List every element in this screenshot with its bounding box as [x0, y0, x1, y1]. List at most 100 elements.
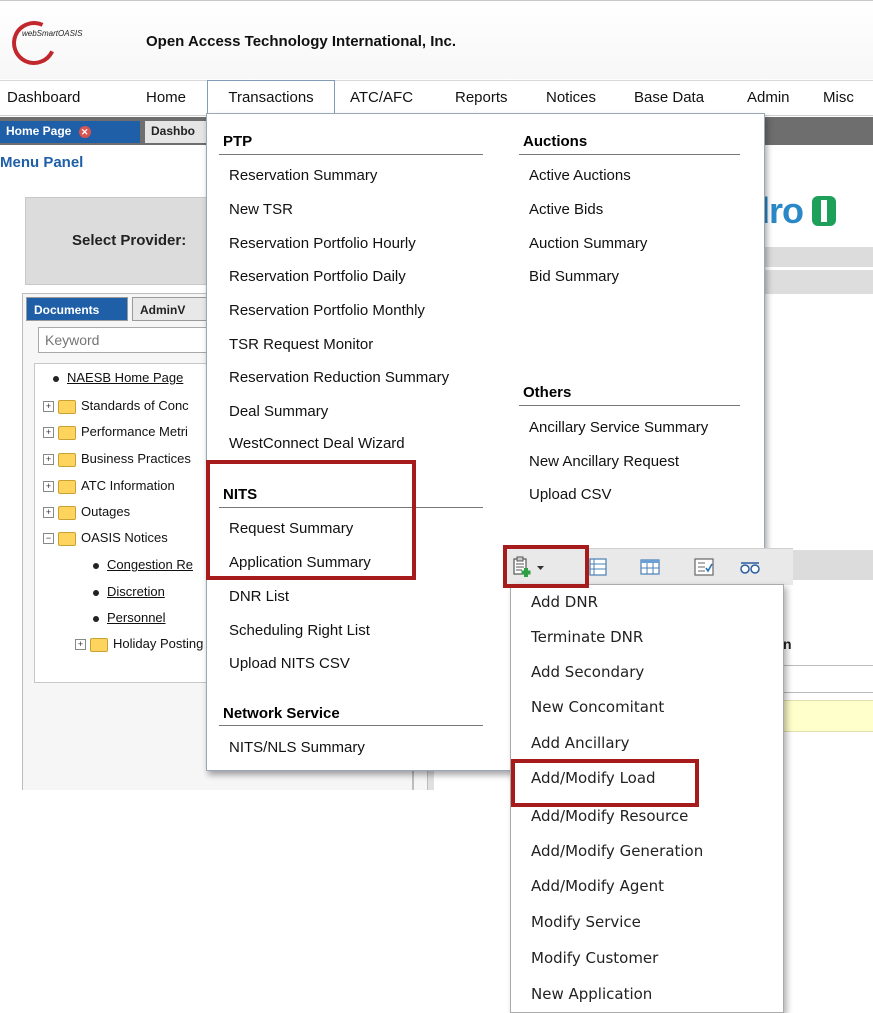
- menu-panel-title: Menu Panel: [0, 154, 84, 171]
- menu-item-add-modify-resource[interactable]: Add/Modify Resource: [531, 807, 688, 825]
- menu-base-data[interactable]: Base Data: [634, 89, 704, 106]
- menu-transactions[interactable]: Transactions: [207, 80, 335, 116]
- bullet-icon: [93, 615, 99, 622]
- bullet-icon: [93, 589, 99, 596]
- folder-icon: [58, 452, 76, 467]
- menu-item-modify-customer[interactable]: Modify Customer: [531, 949, 658, 967]
- checklist-icon[interactable]: [693, 558, 715, 576]
- divider: [219, 154, 483, 155]
- tree-folder-outages[interactable]: + Outages: [43, 504, 130, 526]
- tree-folder-business[interactable]: + Business Practices: [43, 451, 191, 473]
- menu-item-new-tsr[interactable]: New TSR: [229, 201, 293, 218]
- menu-home[interactable]: Home: [146, 89, 186, 106]
- menu-item-portfolio-monthly[interactable]: Reservation Portfolio Monthly: [229, 302, 425, 319]
- grid-view-icon[interactable]: [639, 558, 661, 576]
- menu-item-portfolio-hourly[interactable]: Reservation Portfolio Hourly: [229, 235, 416, 252]
- collapse-icon[interactable]: −: [43, 533, 54, 545]
- menu-item-tsr-request-monitor[interactable]: TSR Request Monitor: [229, 336, 373, 353]
- menu-item-new-application[interactable]: New Application: [531, 985, 652, 1003]
- divider: [519, 154, 740, 155]
- grid-column-header: n: [783, 636, 792, 652]
- menu-item-add-ancillary[interactable]: Add Ancillary: [531, 734, 630, 752]
- menu-item-terminate-dnr[interactable]: Terminate DNR: [531, 628, 643, 646]
- menu-item-add-secondary[interactable]: Add Secondary: [531, 663, 644, 681]
- tree-item-congestion[interactable]: Congestion Re: [89, 557, 193, 579]
- tab-documents[interactable]: Documents: [26, 297, 128, 321]
- menu-item-westconnect-deal-wizard[interactable]: WestConnect Deal Wizard: [229, 435, 405, 452]
- menu-admin[interactable]: Admin: [747, 89, 790, 106]
- menu-item-add-modify-agent[interactable]: Add/Modify Agent: [531, 877, 664, 895]
- folder-icon: [58, 425, 76, 440]
- tab-home-label: Home Page: [6, 124, 72, 138]
- menu-misc[interactable]: Misc: [823, 89, 854, 106]
- menu-item-deal-summary[interactable]: Deal Summary: [229, 403, 328, 420]
- highlight-nits-box: [206, 460, 416, 580]
- title-bar: webSmartOASIS Open Access Technology Int…: [0, 0, 873, 79]
- divider: [519, 405, 740, 406]
- select-provider-label: Select Provider:: [72, 232, 187, 249]
- menu-item-nits-nls-summary[interactable]: NITS/NLS Summary: [229, 739, 365, 756]
- menu-dashboard[interactable]: Dashboard: [7, 89, 80, 106]
- menu-item-upload-csv[interactable]: Upload CSV: [529, 486, 612, 503]
- section-ptp-heading: PTP: [223, 133, 253, 150]
- tree-folder-atc[interactable]: + ATC Information: [43, 478, 175, 500]
- close-icon[interactable]: ✕: [78, 126, 91, 138]
- tree-folder-holiday[interactable]: + Holiday Posting: [75, 636, 203, 658]
- section-others-heading: Others: [523, 384, 572, 401]
- websmartoasis-logo: webSmartOASIS: [5, 14, 122, 72]
- menu-item-bid-summary[interactable]: Bid Summary: [529, 268, 619, 285]
- divider: [219, 725, 483, 726]
- tree-item-personnel[interactable]: Personnel: [89, 610, 166, 632]
- folder-icon: [90, 637, 108, 652]
- tree-folder-oasis-notices[interactable]: − OASIS Notices: [43, 530, 168, 552]
- menu-item-ancillary-service-summary[interactable]: Ancillary Service Summary: [529, 419, 708, 436]
- folder-icon: [58, 399, 76, 414]
- grid-row-highlighted[interactable]: [772, 700, 873, 732]
- menu-item-dnr-list[interactable]: DNR List: [229, 588, 289, 605]
- menu-item-add-modify-generation[interactable]: Add/Modify Generation: [531, 842, 703, 860]
- menu-item-active-bids[interactable]: Active Bids: [529, 201, 603, 218]
- section-network-service-heading: Network Service: [223, 705, 340, 722]
- menu-notices[interactable]: Notices: [546, 89, 596, 106]
- menu-item-scheduling-right-list[interactable]: Scheduling Right List: [229, 622, 370, 639]
- highlight-toolbar-box: [503, 545, 589, 588]
- menu-item-reservation-summary[interactable]: Reservation Summary: [229, 167, 377, 184]
- form-view-icon[interactable]: [587, 558, 609, 576]
- expand-icon[interactable]: +: [43, 427, 54, 439]
- folder-icon: [58, 479, 76, 494]
- logo-text: webSmartOASIS: [22, 29, 83, 38]
- bullet-icon: [93, 562, 99, 569]
- menu-item-portfolio-daily[interactable]: Reservation Portfolio Daily: [229, 268, 406, 285]
- menu-item-add-dnr[interactable]: Add DNR: [531, 593, 598, 611]
- view-glasses-icon[interactable]: [739, 558, 761, 576]
- folder-icon: [58, 505, 76, 520]
- tree-folder-standards[interactable]: + Standards of Conc: [43, 398, 189, 420]
- bullet-icon: [53, 375, 59, 382]
- expand-icon[interactable]: +: [43, 481, 54, 493]
- tab-home-page[interactable]: Home Page ✕: [0, 121, 140, 143]
- provider-logo-icon: [812, 196, 836, 226]
- main-menu-bar: Dashboard Home Transactions ATC/AFC Repo…: [0, 80, 873, 116]
- section-auctions-heading: Auctions: [523, 133, 588, 150]
- tree-item-discretion[interactable]: Discretion: [89, 584, 165, 606]
- company-name: Open Access Technology International, In…: [146, 33, 457, 50]
- expand-icon[interactable]: +: [43, 454, 54, 466]
- tree-item-naesb[interactable]: NAESB Home Page: [49, 370, 183, 392]
- folder-open-icon: [58, 531, 76, 546]
- highlight-add-modify-load-box: [511, 759, 699, 807]
- menu-item-new-concomitant[interactable]: New Concomitant: [531, 698, 664, 716]
- expand-icon[interactable]: +: [75, 639, 86, 651]
- expand-icon[interactable]: +: [43, 507, 54, 519]
- tree-folder-performance[interactable]: + Performance Metri: [43, 424, 188, 446]
- menu-atc-afc[interactable]: ATC/AFC: [350, 89, 413, 106]
- menu-item-new-ancillary-request[interactable]: New Ancillary Request: [529, 453, 679, 470]
- menu-item-auction-summary[interactable]: Auction Summary: [529, 235, 647, 252]
- expand-icon[interactable]: +: [43, 401, 54, 413]
- menu-reports[interactable]: Reports: [455, 89, 508, 106]
- menu-item-active-auctions[interactable]: Active Auctions: [529, 167, 631, 184]
- menu-item-upload-nits-csv[interactable]: Upload NITS CSV: [229, 655, 350, 672]
- tab-dashboard-label: Dashbo: [151, 124, 196, 138]
- menu-item-reservation-reduction-summary[interactable]: Reservation Reduction Summary: [229, 369, 449, 386]
- grid-filter-input[interactable]: [772, 665, 873, 693]
- menu-item-modify-service[interactable]: Modify Service: [531, 913, 641, 931]
